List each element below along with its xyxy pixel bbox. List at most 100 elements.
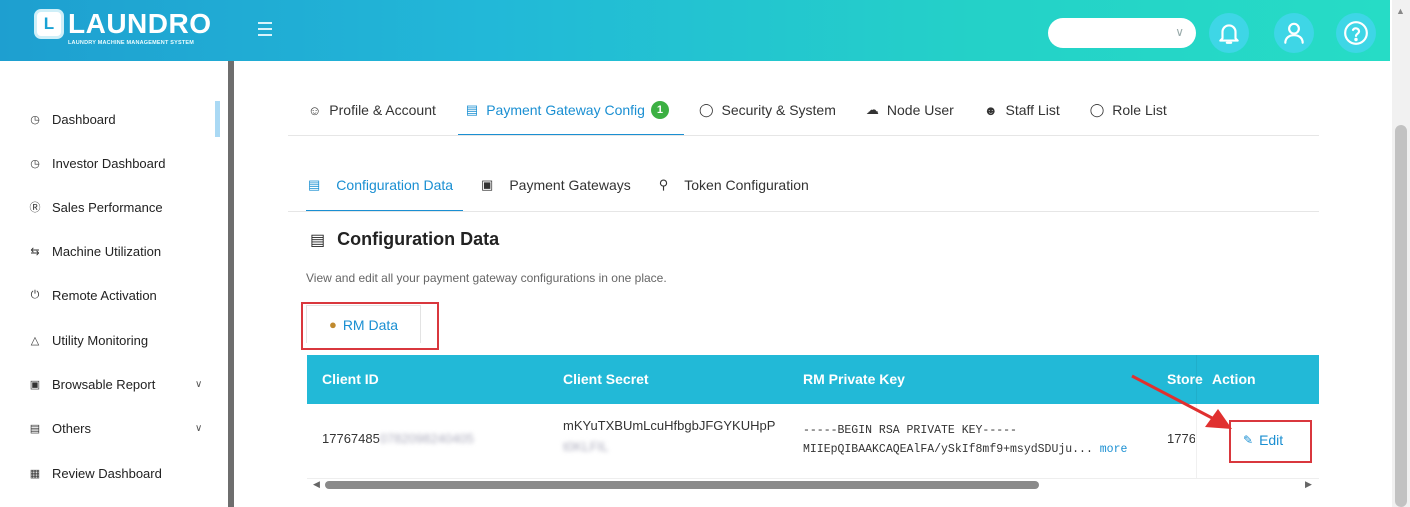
- tab-node-user[interactable]: ☁ Node User: [866, 101, 954, 119]
- sidebar-item-label: Dashboard: [52, 111, 116, 127]
- tab-payment-gateway-config[interactable]: ▤ Payment Gateway Config 1: [466, 101, 669, 119]
- sidebar-item-label: Machine Utilization: [52, 243, 162, 259]
- sidebar-item-label: Remote Activation: [52, 287, 157, 303]
- sidebar-item-dashboard[interactable]: ◷ Dashboard: [27, 108, 116, 130]
- notifications-button[interactable]: [1209, 13, 1249, 53]
- sidebar-item-label: Review Dashboard: [52, 465, 162, 481]
- gauge-icon: ◷: [30, 157, 40, 170]
- sidebar-item-review-dashboard[interactable]: ▦ Review Dashboard: [27, 462, 162, 484]
- scroll-right-icon[interactable]: ▶: [1305, 479, 1312, 490]
- sidebar-item-label: Browsable Report: [52, 376, 156, 392]
- client-secret-redacted: t0KLFIL: [563, 439, 609, 454]
- tabs-divider: [288, 135, 1319, 136]
- subtab-label: Configuration Data: [336, 177, 454, 193]
- logo-mark: L: [34, 9, 64, 39]
- private-key-line2: MIIEpQIBAAKCAQEAlFA/ySkIf8mf9+msydSDUju.…: [803, 443, 1093, 456]
- tab-staff-list[interactable]: ☻ Staff List: [984, 101, 1060, 119]
- chevron-down-icon[interactable]: ∨: [195, 423, 202, 434]
- swap-icon: ⇆: [30, 245, 40, 258]
- scrollbar-thumb[interactable]: [325, 481, 1039, 489]
- review-icon: ▦: [29, 467, 41, 480]
- sidebar-item-investor-dashboard[interactable]: ◷ Investor Dashboard: [27, 152, 165, 174]
- client-id-cell: 177674850782098240405: [322, 431, 474, 446]
- client-id-visible: 17767485: [322, 431, 380, 446]
- more-link[interactable]: more: [1100, 443, 1128, 456]
- search-icon: ⚲: [658, 177, 669, 192]
- power-icon: ⏻: [30, 288, 40, 301]
- sidebar-item-sales-performance[interactable]: Ⓡ Sales Performance: [27, 196, 163, 218]
- sidebar-item-label: Utility Monitoring: [52, 332, 149, 348]
- section-title: ▤ Configuration Data: [310, 229, 499, 250]
- tab-label: Payment Gateway Config: [486, 102, 645, 118]
- sidebar-item-utility-monitoring[interactable]: △ Utility Monitoring: [27, 329, 148, 351]
- section-title-text: Configuration Data: [337, 229, 500, 249]
- profile-button[interactable]: [1274, 13, 1314, 53]
- subtab-configuration-data[interactable]: ▤ Configuration Data: [308, 177, 453, 193]
- shield-icon: ◯: [698, 102, 714, 117]
- gauge-icon: ◷: [30, 113, 40, 126]
- highlight-box: [1229, 420, 1312, 463]
- tab-label: Security & System: [721, 102, 836, 118]
- tab-label: Node User: [886, 102, 954, 118]
- shield-check-icon: ◯: [1089, 102, 1105, 117]
- active-indicator: [215, 101, 220, 137]
- table-horizontal-scrollbar[interactable]: ◀ ▶: [307, 477, 1319, 493]
- store-cell: 17763: [1167, 431, 1195, 446]
- logo[interactable]: L LAUNDRO LAUNDRY MACHINE MANAGEMENT SYS…: [34, 9, 212, 46]
- highlight-box: [301, 302, 439, 350]
- private-key-line1: -----BEGIN RSA PRIVATE KEY-----: [803, 424, 1017, 437]
- config-table: Client ID Client Secret RM Private Key S…: [307, 355, 1319, 495]
- top-select[interactable]: ∨: [1048, 18, 1196, 48]
- client-secret-text: mKYuTXBUmLcuHfbgbJFGYKUHpP: [563, 418, 776, 433]
- document-icon: ▤: [310, 231, 326, 249]
- card-icon: ▣: [481, 177, 494, 192]
- column-header-rm-private-key[interactable]: RM Private Key: [803, 371, 905, 387]
- sidebar-item-others[interactable]: ▤ Others ∨: [27, 417, 203, 439]
- column-header-client-secret[interactable]: Client Secret: [563, 371, 649, 387]
- tab-profile-account[interactable]: ☺ Profile & Account: [308, 101, 436, 119]
- settings-tabs: ☺ Profile & Account ▤ Payment Gateway Co…: [308, 101, 1197, 119]
- table-row: 177674850782098240405 mKYuTXBUmLcuHfbgbJ…: [307, 404, 1319, 479]
- cloud-icon: ☁: [865, 102, 879, 117]
- tab-security-system[interactable]: ◯ Security & System: [699, 101, 836, 119]
- sidebar-divider[interactable]: [228, 61, 234, 507]
- logo-subtitle: LAUNDRY MACHINE MANAGEMENT SYSTEM: [68, 40, 195, 46]
- menu-toggle-icon[interactable]: [258, 22, 272, 36]
- help-icon: [1344, 21, 1368, 45]
- client-secret-cell: mKYuTXBUmLcuHfbgbJFGYKUHpP t0KLFIL: [563, 418, 775, 454]
- action-column-separator: [1196, 355, 1197, 478]
- logo-word: LAUNDRO: [68, 8, 212, 39]
- private-key-cell: -----BEGIN RSA PRIVATE KEY----- MIIEpQIB…: [803, 424, 1127, 456]
- scroll-left-icon[interactable]: ◀: [313, 479, 320, 490]
- subtabs-divider: [288, 211, 1319, 212]
- tab-badge: 1: [650, 101, 669, 119]
- report-icon: ▣: [29, 378, 41, 391]
- tab-label: Staff List: [1005, 102, 1060, 118]
- users-icon: ☻: [983, 102, 998, 118]
- top-bar: L LAUNDRO LAUNDRY MACHINE MANAGEMENT SYS…: [0, 0, 1390, 61]
- client-id-redacted: 0782098240405: [379, 431, 474, 446]
- column-header-action: Action: [1212, 371, 1256, 387]
- sidebar-item-machine-utilization[interactable]: ⇆ Machine Utilization: [27, 240, 161, 262]
- column-header-client-id[interactable]: Client ID: [322, 371, 379, 387]
- sidebar-item-label: Investor Dashboard: [52, 155, 166, 171]
- tab-role-list[interactable]: ◯ Role List: [1090, 101, 1167, 119]
- config-subtabs: ▤ Configuration Data ▣ Payment Gateways …: [308, 177, 837, 193]
- sidebar-item-browsable-report[interactable]: ▣ Browsable Report ∨: [27, 373, 203, 395]
- page-scrollbar[interactable]: ▲: [1392, 0, 1410, 507]
- chevron-down-icon[interactable]: ∨: [195, 379, 202, 390]
- subtab-token-configuration[interactable]: ⚲ Token Configuration: [659, 177, 809, 193]
- help-button[interactable]: [1336, 13, 1376, 53]
- sidebar-item-label: Others: [52, 420, 92, 436]
- subtab-payment-gateways[interactable]: ▣ Payment Gateways: [481, 177, 631, 193]
- scrollbar-thumb[interactable]: [1395, 125, 1407, 507]
- tab-label: Profile & Account: [329, 102, 436, 118]
- sidebar-item-remote-activation[interactable]: ⏻ Remote Activation: [27, 284, 157, 306]
- document-icon: ▤: [308, 177, 321, 192]
- subtab-label: Token Configuration: [684, 177, 809, 193]
- sidebar-item-label: Sales Performance: [52, 199, 163, 215]
- column-header-store[interactable]: Store: [1167, 371, 1203, 387]
- dollar-icon: Ⓡ: [29, 202, 41, 214]
- folder-icon: ▤: [29, 422, 41, 435]
- scroll-up-icon[interactable]: ▲: [1396, 6, 1405, 16]
